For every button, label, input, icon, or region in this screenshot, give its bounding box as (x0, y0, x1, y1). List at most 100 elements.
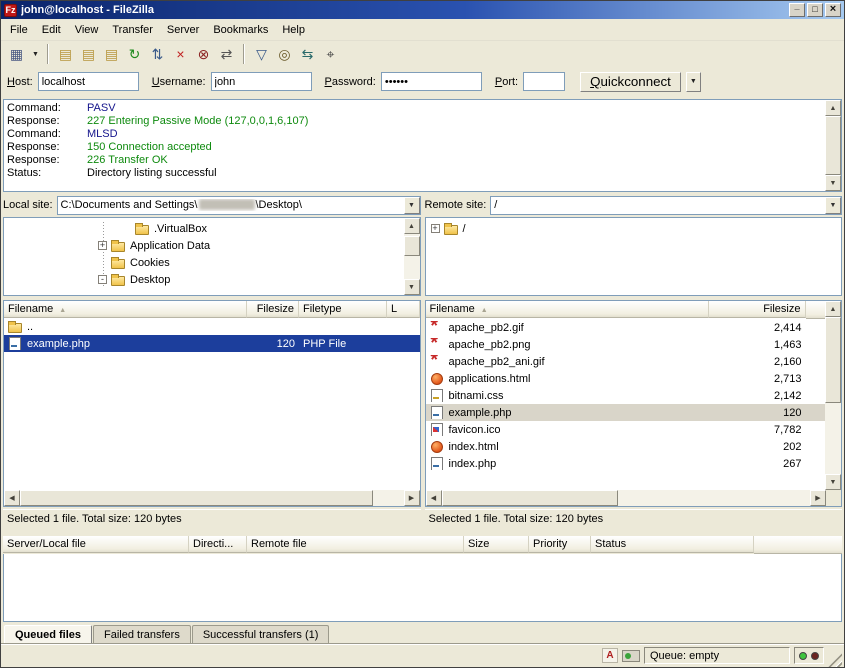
local-tree-scrollbar[interactable] (404, 218, 420, 295)
queue-tab[interactable]: Successful transfers (1) (192, 625, 330, 643)
local-list-hscrollbar[interactable] (4, 490, 420, 506)
remote-list-scrollbar[interactable] (825, 301, 841, 490)
local-site-combo[interactable]: C:\Documents and Settings\\Desktop\ (57, 196, 421, 215)
file-name: bitnami.css (449, 390, 504, 402)
quickconnect-button[interactable]: Quickconnect (580, 72, 681, 92)
scroll-right-icon[interactable] (810, 490, 826, 506)
filter-button[interactable]: ▽ (250, 43, 273, 65)
close-button[interactable] (825, 3, 841, 17)
scroll-left-icon[interactable] (426, 490, 442, 506)
menu-item[interactable]: File (3, 22, 35, 38)
activity-led-icon (811, 652, 819, 660)
tree-expander-icon[interactable]: - (98, 275, 107, 284)
column-header-filesize[interactable]: Filesize (247, 301, 299, 318)
local-tree-pane: .VirtualBox + Application Data Cookies -… (3, 217, 421, 296)
host-input[interactable] (38, 72, 139, 91)
queue-tab[interactable]: Failed transfers (93, 625, 191, 643)
column-header-filesize[interactable]: Filesize (709, 301, 806, 318)
queue-column-header[interactable]: Remote file (247, 536, 464, 553)
tree-expander-icon[interactable]: + (98, 241, 107, 250)
scrollbar-thumb[interactable] (404, 236, 420, 256)
resize-grip[interactable] (828, 653, 842, 667)
menu-item[interactable]: Edit (35, 22, 68, 38)
queue-column-header[interactable]: Size (464, 536, 529, 553)
minimize-button[interactable] (789, 3, 805, 17)
combo-dropdown-button[interactable] (404, 197, 420, 214)
tree-item[interactable]: - Desktop (4, 271, 404, 288)
bitnami.css[interactable]: bitnami.css 2,142 (426, 387, 826, 404)
toolbar-icon: ◎ (278, 47, 290, 61)
site-manager-button[interactable]: ▦ (5, 43, 28, 65)
scrollbar-thumb[interactable] (20, 490, 373, 506)
maximize-button[interactable] (807, 3, 823, 17)
scroll-down-icon[interactable] (825, 474, 841, 490)
queue-column-header[interactable]: Directi... (189, 536, 247, 553)
compare-button[interactable]: ◎ (273, 43, 296, 65)
menu-item[interactable]: Bookmarks (206, 22, 275, 38)
menu-item[interactable]: Transfer (105, 22, 160, 38)
local-file-pane: Filename Filesize Filetype L .. (3, 300, 421, 507)
tree-item[interactable]: .VirtualBox (4, 220, 404, 237)
..[interactable]: .. (4, 318, 420, 335)
menu-item[interactable]: Help (275, 22, 312, 38)
favicon.ico[interactable]: favicon.ico 7,782 (426, 421, 826, 438)
menu-item[interactable]: Server (160, 22, 206, 38)
scroll-up-icon[interactable] (825, 301, 841, 317)
toggle-local-tree-button[interactable]: ▤ (77, 43, 100, 65)
applications.html[interactable]: applications.html 2,713 (426, 370, 826, 387)
refresh-button[interactable]: ↻ (123, 43, 146, 65)
tree-item[interactable]: + Application Data (4, 237, 404, 254)
index.php[interactable]: index.php 267 (426, 455, 826, 472)
reconnect-button[interactable]: ⇄ (215, 43, 238, 65)
port-input[interactable] (523, 72, 565, 91)
queue-column-header[interactable]: Priority (529, 536, 591, 553)
scroll-right-icon[interactable] (404, 490, 420, 506)
queue-list[interactable] (3, 554, 842, 622)
cancel-button[interactable]: × (169, 43, 192, 65)
menu-item[interactable]: View (68, 22, 106, 38)
remote-file-list: apache_pb2.gif 2,414 apache_pb2.png 1,46… (426, 319, 826, 490)
scrollbar-thumb[interactable] (825, 317, 841, 403)
apache_pb2.gif[interactable]: apache_pb2.gif 2,414 (426, 319, 826, 336)
password-input[interactable] (381, 72, 482, 91)
column-header-filetype[interactable]: Filetype (299, 301, 387, 318)
queue-column-header[interactable]: Status (591, 536, 754, 553)
example.php[interactable]: example.php 120 PHP File (4, 335, 420, 352)
process-queue-button[interactable]: ⇅ (146, 43, 169, 65)
toggle-remote-tree-button[interactable]: ▤ (100, 43, 123, 65)
find-files-button[interactable]: ⌖ (319, 43, 342, 65)
example.php[interactable]: example.php 120 (426, 404, 826, 421)
scroll-up-icon[interactable] (404, 218, 420, 234)
combo-dropdown-button[interactable] (825, 197, 841, 214)
queue-tab[interactable]: Queued files (4, 625, 92, 643)
window-title: john@localhost - FileZilla (21, 4, 789, 16)
sync-browsing-button[interactable]: ⇆ (296, 43, 319, 65)
tree-item-label: / (463, 223, 466, 235)
scroll-up-icon[interactable] (825, 100, 841, 116)
remote-site-combo[interactable]: / (490, 196, 842, 215)
tree-item[interactable]: Cookies (4, 254, 404, 271)
username-input[interactable] (211, 72, 312, 91)
scrollbar-thumb[interactable] (825, 116, 841, 175)
apache_pb2_ani.gif[interactable]: apache_pb2_ani.gif 2,160 (426, 353, 826, 370)
index.html[interactable]: index.html 202 (426, 438, 826, 455)
queue-column-header[interactable]: Server/Local file (3, 536, 189, 553)
file-type: PHP File (299, 338, 387, 350)
remote-list-hscrollbar[interactable] (426, 490, 827, 506)
toggle-log-button[interactable]: ▤ (54, 43, 77, 65)
column-header-lastmodified[interactable]: L (387, 301, 420, 318)
column-header-filename[interactable]: Filename (426, 301, 709, 318)
disconnect-button[interactable]: ⊗ (192, 43, 215, 65)
scrollbar-thumb[interactable] (442, 490, 619, 506)
site-manager-dropdown-button[interactable]: ▼ (29, 43, 42, 65)
log-scrollbar[interactable] (825, 100, 841, 191)
file-name: index.php (449, 458, 497, 470)
scroll-down-icon[interactable] (404, 279, 420, 295)
apache_pb2.png[interactable]: apache_pb2.png 1,463 (426, 336, 826, 353)
scroll-left-icon[interactable] (4, 490, 20, 506)
quickconnect-dropdown-button[interactable]: ▼ (686, 72, 701, 92)
scroll-down-icon[interactable] (825, 175, 841, 191)
tree-expander-icon[interactable]: + (431, 224, 440, 233)
column-header-filename[interactable]: Filename (4, 301, 247, 318)
tree-item[interactable]: + / (426, 220, 842, 237)
